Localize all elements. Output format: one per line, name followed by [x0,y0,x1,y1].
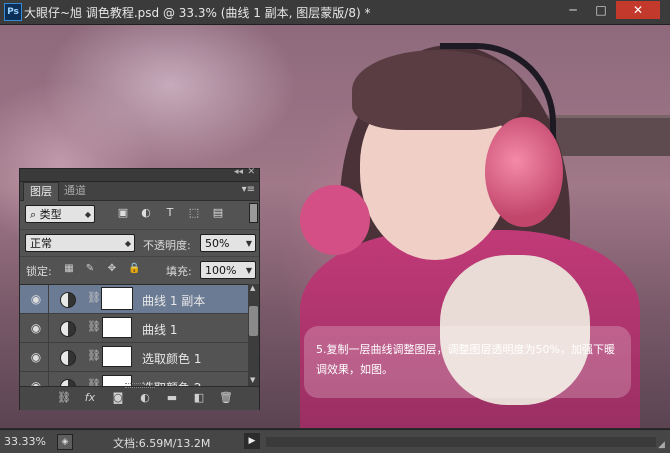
panel-resize-grip[interactable] [125,383,155,388]
horizontal-scrollbar[interactable] [266,437,656,447]
chevron-updown-icon: ◆ [84,210,91,219]
window-resize-icon[interactable]: ◢ [658,440,665,450]
photoshop-window: Ps 大眼仔~旭 调色教程.psd @ 33.3% (曲线 1 副本, 图层蒙版… [0,0,670,453]
filter-toggle-switch[interactable] [249,203,258,223]
layer-row[interactable]: ◉ ⛓ 选取颜色 1 [20,343,248,372]
chevron-down-icon: ▼ [245,266,252,275]
link-chain-icon[interactable]: ⛓ [87,291,101,304]
filter-type-select[interactable]: ⌕ 类型 ◆ [25,205,95,223]
close-panel-icon[interactable]: ✕ [247,167,255,177]
layer-name[interactable]: 曲线 1 [142,321,177,338]
smart-object-filter-icon[interactable]: ▤ [211,206,225,220]
photo-hand [300,185,370,255]
lock-label: 锁定: [26,265,52,278]
photo-earmuff [485,117,563,227]
search-icon: ⌕ [30,208,37,221]
scroll-thumb[interactable] [249,306,258,336]
close-button[interactable]: ✕ [616,1,660,19]
layer-name[interactable]: 选取颜色 1 [142,350,201,367]
minimize-button[interactable]: ─ [560,1,586,19]
maximize-button[interactable]: □ [588,1,614,19]
adjustment-filter-icon[interactable]: ◐ [139,206,153,220]
new-layer-icon[interactable]: ◧ [191,391,207,405]
chevron-down-icon: ▼ [245,239,252,248]
panel-menu-icon[interactable]: ▾≡ [242,184,255,195]
scroll-up-icon[interactable]: ▲ [250,284,255,292]
link-icon[interactable]: ⛓ [56,391,72,405]
blend-row: 正常 ◆ 不透明度: 50% ▼ [20,229,259,256]
fill-field[interactable]: 100% ▼ [200,261,256,279]
layer-list: ◉ ⛓ 曲线 1 副本 ◉ ⛓ 曲线 1 ◉ ⛓ 选取颜色 1 ◉ ⛓ [20,284,248,387]
scroll-down-icon[interactable]: ▼ [250,376,255,384]
layer-row[interactable]: ◉ ⛓ 曲线 1 [20,314,248,343]
lock-transparent-icon[interactable]: ▦ [63,263,75,275]
layers-panel: ◂◂ ✕ 图层 通道 ▾≡ ⌕ 类型 ◆ ▣ ◐ T ⬚ ▤ 正常 ◆ 不透明度… [19,167,260,410]
opacity-value: 50% [205,237,230,250]
title-bar: Ps 大眼仔~旭 调色教程.psd @ 33.3% (曲线 1 副本, 图层蒙版… [0,0,670,25]
layer-mask-thumbnail[interactable] [101,287,133,310]
lock-paint-icon[interactable]: ✎ [84,263,96,275]
folder-icon[interactable]: ▬ [164,391,180,405]
chevron-updown-icon: ◆ [124,239,131,248]
panel-tabs: 图层 通道 ▾≡ [20,182,259,201]
opacity-label: 不透明度: [143,239,191,252]
lock-all-icon[interactable]: 🔒 [128,263,140,275]
visibility-eye-icon[interactable]: ◉ [24,372,49,387]
text-filter-icon[interactable]: T [163,206,177,220]
trash-icon[interactable]: 🗑 [218,391,234,405]
link-chain-icon[interactable]: ⛓ [87,349,101,362]
mask-icon[interactable]: ◙ [110,391,126,405]
fill-value: 100% [205,264,237,277]
selective-color-adjustment-icon[interactable] [60,350,76,366]
layer-mask-thumbnail[interactable] [102,317,132,338]
document-title: 大眼仔~旭 调色教程.psd @ 33.3% (曲线 1 副本, 图层蒙版/8)… [24,6,371,20]
layer-list-scrollbar[interactable]: ▲ ▼ [248,284,259,386]
layers-bottom-toolbar: ⛓ fx ◙ ◐ ▬ ◧ 🗑 [20,383,259,410]
link-chain-icon[interactable]: ⛓ [87,320,101,333]
tab-layers[interactable]: 图层 [23,182,59,201]
image-filter-icon[interactable]: ▣ [116,206,130,220]
adjustment-icon[interactable]: ◐ [137,391,153,405]
status-menu-arrow-icon[interactable]: ▶ [244,433,260,449]
curves-adjustment-icon[interactable] [60,321,76,337]
collapse-panel-icon[interactable]: ◂◂ [234,167,243,177]
blend-mode-value: 正常 [30,237,52,250]
tab-channels[interactable]: 通道 [58,182,92,200]
blend-mode-select[interactable]: 正常 ◆ [25,234,135,252]
tutorial-caption-box: 5.复制一层曲线调整图层，调整图层透明度为50%，加强下暖调效果，如图。 [304,326,631,398]
document-size-info: 文档:6.59M/13.2M [113,437,211,450]
zoom-level[interactable]: 33.33% [4,435,46,448]
layer-mask-thumbnail[interactable] [102,346,132,367]
photoshop-app-icon: Ps [4,3,22,21]
fill-label: 填充: [166,265,192,278]
visibility-eye-icon[interactable]: ◉ [24,285,49,313]
filter-type-label: 类型 [39,208,62,221]
opacity-field[interactable]: 50% ▼ [200,234,256,252]
fx-icon[interactable]: fx [82,391,98,405]
status-bar: 33.33% ◈ 文档:6.59M/13.2M ▶ ◢ [0,429,670,453]
visibility-eye-icon[interactable]: ◉ [24,314,49,342]
lock-row: 锁定: ▦ ✎ ✥ 🔒 填充: 100% ▼ [20,256,259,283]
curves-adjustment-icon[interactable] [60,292,76,308]
layer-filter-row: ⌕ 类型 ◆ ▣ ◐ T ⬚ ▤ [20,200,259,228]
layer-name[interactable]: 曲线 1 副本 [142,292,205,309]
layer-row[interactable]: ◉ ⛓ 曲线 1 副本 [20,285,248,314]
lock-position-icon[interactable]: ✥ [106,263,118,275]
tutorial-caption-text: 5.复制一层曲线调整图层，调整图层透明度为50%，加强下暖调效果，如图。 [316,343,615,376]
status-share-icon[interactable]: ◈ [57,434,73,450]
panel-header: ◂◂ ✕ [20,167,259,182]
shape-filter-icon[interactable]: ⬚ [187,206,201,220]
visibility-eye-icon[interactable]: ◉ [24,343,49,371]
